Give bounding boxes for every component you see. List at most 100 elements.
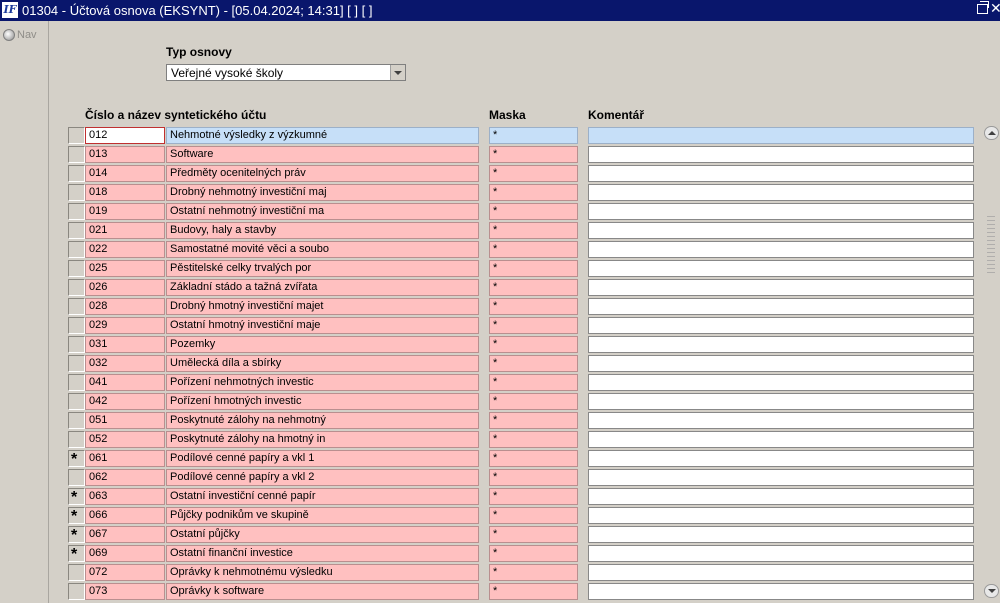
account-number-field[interactable]: 026: [85, 279, 165, 296]
account-name-field[interactable]: Pořízení nehmotných investic: [166, 374, 479, 391]
comment-field[interactable]: [588, 184, 974, 201]
mask-field[interactable]: *: [489, 374, 578, 391]
account-number-field[interactable]: 041: [85, 374, 165, 391]
table-row[interactable]: 031 Pozemky *: [49, 335, 1000, 354]
account-number-field[interactable]: 072: [85, 564, 165, 581]
account-name-field[interactable]: Pozemky: [166, 336, 479, 353]
mask-field[interactable]: *: [489, 298, 578, 315]
row-marker-cell[interactable]: [68, 222, 85, 239]
comment-field[interactable]: [588, 564, 974, 581]
mask-field[interactable]: *: [489, 564, 578, 581]
scroll-down-icon[interactable]: [984, 584, 999, 598]
table-row[interactable]: 062 Podílové cenné papíry a vkl 2 *: [49, 468, 1000, 487]
account-name-field[interactable]: Budovy, haly a stavby: [166, 222, 479, 239]
vertical-scrollbar[interactable]: [984, 126, 1000, 598]
account-name-field[interactable]: Podílové cenné papíry a vkl 2: [166, 469, 479, 486]
row-marker-cell[interactable]: [68, 469, 85, 486]
dropdown-arrow-icon[interactable]: [390, 65, 405, 80]
account-name-field[interactable]: Půjčky podnikům ve skupině: [166, 507, 479, 524]
account-name-field[interactable]: Software: [166, 146, 479, 163]
account-number-field[interactable]: 051: [85, 412, 165, 429]
mask-field[interactable]: *: [489, 355, 578, 372]
mask-field[interactable]: *: [489, 165, 578, 182]
comment-field[interactable]: [588, 431, 974, 448]
mask-field[interactable]: *: [489, 146, 578, 163]
mask-field[interactable]: *: [489, 260, 578, 277]
account-number-field[interactable]: 014: [85, 165, 165, 182]
account-name-field[interactable]: Poskytnuté zálohy na nehmotný: [166, 412, 479, 429]
account-number-field[interactable]: 042: [85, 393, 165, 410]
mask-field[interactable]: *: [489, 127, 578, 144]
row-marker-cell[interactable]: *: [68, 507, 85, 524]
mask-field[interactable]: *: [489, 450, 578, 467]
row-marker-cell[interactable]: [68, 355, 85, 372]
account-number-field[interactable]: 052: [85, 431, 165, 448]
comment-field[interactable]: [588, 317, 974, 334]
account-name-field[interactable]: Samostatné movité věci a soubo: [166, 241, 479, 258]
nav-button[interactable]: Nav: [3, 29, 37, 41]
account-number-field[interactable]: 067: [85, 526, 165, 543]
table-row[interactable]: 019 Ostatní nehmotný investiční ma *: [49, 202, 1000, 221]
mask-field[interactable]: *: [489, 507, 578, 524]
account-name-field[interactable]: Pěstitelské celky trvalých por: [166, 260, 479, 277]
account-name-field[interactable]: Oprávky k software: [166, 583, 479, 600]
table-row[interactable]: 073 Oprávky k software *: [49, 582, 1000, 601]
account-name-field[interactable]: Podílové cenné papíry a vkl 1: [166, 450, 479, 467]
row-marker-cell[interactable]: [68, 127, 85, 144]
table-row[interactable]: 029 Ostatní hmotný investiční maje *: [49, 316, 1000, 335]
scroll-up-icon[interactable]: [984, 126, 999, 140]
table-row[interactable]: 072 Oprávky k nehmotnému výsledku *: [49, 563, 1000, 582]
table-row[interactable]: 013 Software *: [49, 145, 1000, 164]
comment-field[interactable]: [588, 336, 974, 353]
row-marker-cell[interactable]: [68, 336, 85, 353]
row-marker-cell[interactable]: [68, 184, 85, 201]
comment-field[interactable]: [588, 393, 974, 410]
row-marker-cell[interactable]: [68, 583, 85, 600]
row-marker-cell[interactable]: *: [68, 488, 85, 505]
mask-field[interactable]: *: [489, 583, 578, 600]
table-row[interactable]: 041 Pořízení nehmotných investic *: [49, 373, 1000, 392]
close-window-icon[interactable]: ✕: [990, 1, 1000, 17]
comment-field[interactable]: [588, 488, 974, 505]
mask-field[interactable]: *: [489, 431, 578, 448]
account-number-field[interactable]: 063: [85, 488, 165, 505]
account-name-field[interactable]: Poskytnuté zálohy na hmotný in: [166, 431, 479, 448]
comment-field[interactable]: [588, 583, 974, 600]
account-name-field[interactable]: Pořízení hmotných investic: [166, 393, 479, 410]
table-row[interactable]: * 069 Ostatní finanční investice *: [49, 544, 1000, 563]
row-marker-cell[interactable]: [68, 279, 85, 296]
comment-field[interactable]: [588, 260, 974, 277]
table-row[interactable]: * 067 Ostatní půjčky *: [49, 525, 1000, 544]
account-name-field[interactable]: Ostatní půjčky: [166, 526, 479, 543]
row-marker-cell[interactable]: *: [68, 526, 85, 543]
account-name-field[interactable]: Ostatní finanční investice: [166, 545, 479, 562]
comment-field[interactable]: [588, 241, 974, 258]
row-marker-cell[interactable]: *: [68, 545, 85, 562]
table-row[interactable]: 028 Drobný hmotný investiční majet *: [49, 297, 1000, 316]
row-marker-cell[interactable]: *: [68, 450, 85, 467]
table-row[interactable]: * 061 Podílové cenné papíry a vkl 1 *: [49, 449, 1000, 468]
comment-field[interactable]: [588, 127, 974, 144]
row-marker-cell[interactable]: [68, 393, 85, 410]
comment-field[interactable]: [588, 507, 974, 524]
comment-field[interactable]: [588, 165, 974, 182]
account-name-field[interactable]: Drobný nehmotný investiční maj: [166, 184, 479, 201]
table-row[interactable]: 018 Drobný nehmotný investiční maj *: [49, 183, 1000, 202]
comment-field[interactable]: [588, 298, 974, 315]
table-row[interactable]: 026 Základní stádo a tažná zvířata *: [49, 278, 1000, 297]
row-marker-cell[interactable]: [68, 146, 85, 163]
comment-field[interactable]: [588, 545, 974, 562]
row-marker-cell[interactable]: [68, 260, 85, 277]
account-number-field[interactable]: 062: [85, 469, 165, 486]
comment-field[interactable]: [588, 279, 974, 296]
table-row[interactable]: 012 Nehmotné výsledky z výzkumné *: [49, 126, 1000, 145]
account-number-field[interactable]: 019: [85, 203, 165, 220]
table-row[interactable]: 022 Samostatné movité věci a soubo *: [49, 240, 1000, 259]
mask-field[interactable]: *: [489, 241, 578, 258]
comment-field[interactable]: [588, 222, 974, 239]
account-number-field[interactable]: 018: [85, 184, 165, 201]
account-number-field[interactable]: 025: [85, 260, 165, 277]
account-name-field[interactable]: Drobný hmotný investiční majet: [166, 298, 479, 315]
mask-field[interactable]: *: [489, 488, 578, 505]
table-row[interactable]: 051 Poskytnuté zálohy na nehmotný *: [49, 411, 1000, 430]
